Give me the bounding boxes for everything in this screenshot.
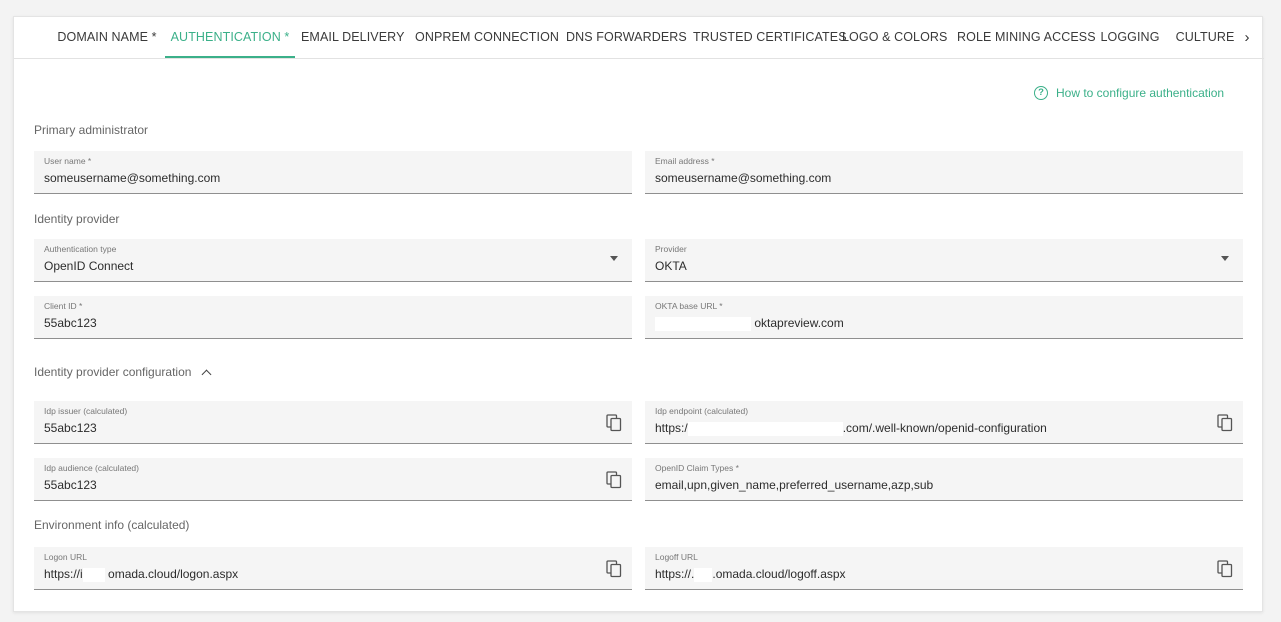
client-id-label: Client ID *: [44, 301, 83, 311]
idp-endpoint-value: https:/ .com/.well-known/openid-configura…: [655, 421, 1047, 436]
help-link[interactable]: ? How to configure authentication: [1034, 85, 1224, 101]
user-name-label: User name *: [44, 156, 92, 166]
okta-base-url-field[interactable]: OKTA base URL * oktapreview.com: [645, 296, 1243, 339]
redacted-text: [655, 316, 751, 331]
openid-claim-types-field[interactable]: OpenID Claim Types * email,upn,given_nam…: [645, 458, 1243, 501]
tab-domain-name[interactable]: DOMAIN NAME *: [47, 17, 167, 58]
idp-issuer-label: Idp issuer (calculated): [44, 406, 128, 416]
tab-onprem-connection[interactable]: ONPREM CONNECTION: [415, 17, 559, 58]
copy-icon[interactable]: [606, 560, 622, 578]
user-name-field[interactable]: User name * someusername@something.com: [34, 151, 632, 194]
help-link-label: How to configure authentication: [1056, 86, 1225, 100]
caret-down-icon[interactable]: [1221, 256, 1229, 261]
user-name-value: someusername@something.com: [44, 171, 221, 185]
tab-bar: DOMAIN NAME * AUTHENTICATION * EMAIL DEL…: [14, 17, 1264, 59]
idp-endpoint-suffix: .com/.well-known/openid-configuration: [842, 421, 1047, 435]
idp-issuer-value: 55abc123: [44, 421, 97, 435]
idp-audience-label: Idp audience (calculated): [44, 463, 139, 473]
tab-logo-colors[interactable]: LOGO & COLORS: [842, 17, 947, 58]
openid-claim-types-label: OpenID Claim Types *: [655, 463, 739, 473]
logoff-url-value: https://. .omada.cloud/logoff.aspx: [655, 567, 846, 582]
email-address-label: Email address *: [655, 156, 715, 166]
provider-value: OKTA: [655, 259, 687, 273]
copy-icon[interactable]: [1217, 414, 1233, 432]
okta-base-url-value: oktapreview.com: [655, 316, 844, 331]
section-environment-info: Environment info (calculated): [34, 518, 190, 532]
tab-role-mining-access[interactable]: ROLE MINING ACCESS: [957, 17, 1096, 58]
logon-url-suffix: omada.cloud/logon.aspx: [108, 567, 239, 581]
help-circle-icon: ?: [1034, 86, 1048, 100]
okta-base-url-label: OKTA base URL *: [655, 301, 723, 311]
section-primary-administrator: Primary administrator: [34, 123, 149, 137]
provider-select[interactable]: Provider OKTA: [645, 239, 1243, 282]
tab-trusted-certificates[interactable]: TRUSTED CERTIFICATES: [693, 17, 847, 58]
settings-card: DOMAIN NAME * AUTHENTICATION * EMAIL DEL…: [13, 16, 1264, 612]
idp-audience-field[interactable]: Idp audience (calculated) 55abc123: [34, 458, 632, 501]
idp-issuer-field[interactable]: Idp issuer (calculated) 55abc123: [34, 401, 632, 444]
tab-dns-forwarders[interactable]: DNS FORWARDERS: [566, 17, 687, 58]
logoff-url-suffix: .omada.cloud/logoff.aspx: [712, 567, 846, 581]
client-id-value: 55abc123: [44, 316, 97, 330]
idp-configuration-label: Identity provider configuration: [34, 365, 192, 379]
idp-endpoint-field[interactable]: Idp endpoint (calculated) https:/ .com/.w…: [645, 401, 1243, 444]
tab-logging[interactable]: LOGGING: [1100, 17, 1160, 58]
logoff-url-prefix: https://.: [655, 567, 695, 581]
copy-icon[interactable]: [606, 414, 622, 432]
authentication-type-value: OpenID Connect: [44, 259, 134, 273]
logon-url-prefix: https://i: [44, 567, 83, 581]
section-identity-provider: Identity provider: [34, 212, 120, 226]
chevron-up-icon[interactable]: [201, 369, 212, 380]
tab-authentication[interactable]: AUTHENTICATION *: [165, 17, 295, 58]
authentication-type-label: Authentication type: [44, 244, 117, 254]
section-idp-configuration: Identity provider configuration: [34, 365, 212, 380]
email-address-field[interactable]: Email address * someusername@something.c…: [645, 151, 1243, 194]
email-address-value: someusername@something.com: [655, 171, 832, 185]
tab-email-delivery[interactable]: EMAIL DELIVERY: [301, 17, 404, 58]
okta-base-url-suffix: oktapreview.com: [754, 316, 844, 330]
idp-audience-value: 55abc123: [44, 478, 97, 492]
caret-down-icon[interactable]: [610, 256, 618, 261]
copy-icon[interactable]: [606, 471, 622, 489]
redacted-text: [694, 567, 713, 582]
redacted-text: [687, 421, 843, 436]
logoff-url-label: Logoff URL: [655, 552, 698, 562]
tab-culture[interactable]: CULTURE: [1174, 17, 1236, 58]
logoff-url-field[interactable]: Logoff URL https://. .omada.cloud/logoff.…: [645, 547, 1243, 590]
client-id-field[interactable]: Client ID * 55abc123: [34, 296, 632, 339]
logon-url-label: Logon URL: [44, 552, 88, 562]
logon-url-field[interactable]: Logon URL https://i omada.cloud/logon.as…: [34, 547, 632, 590]
copy-icon[interactable]: [1217, 560, 1233, 578]
idp-endpoint-label: Idp endpoint (calculated): [655, 406, 749, 416]
idp-endpoint-prefix: https:/: [655, 421, 688, 435]
logon-url-value: https://i omada.cloud/logon.aspx: [44, 567, 238, 582]
openid-claim-types-value: email,upn,given_name,preferred_username,…: [655, 478, 934, 492]
provider-label: Provider: [655, 244, 687, 254]
chevron-right-icon[interactable]: ›: [1236, 17, 1258, 58]
redacted-text: [82, 567, 105, 582]
authentication-type-select[interactable]: Authentication type OpenID Connect: [34, 239, 632, 282]
